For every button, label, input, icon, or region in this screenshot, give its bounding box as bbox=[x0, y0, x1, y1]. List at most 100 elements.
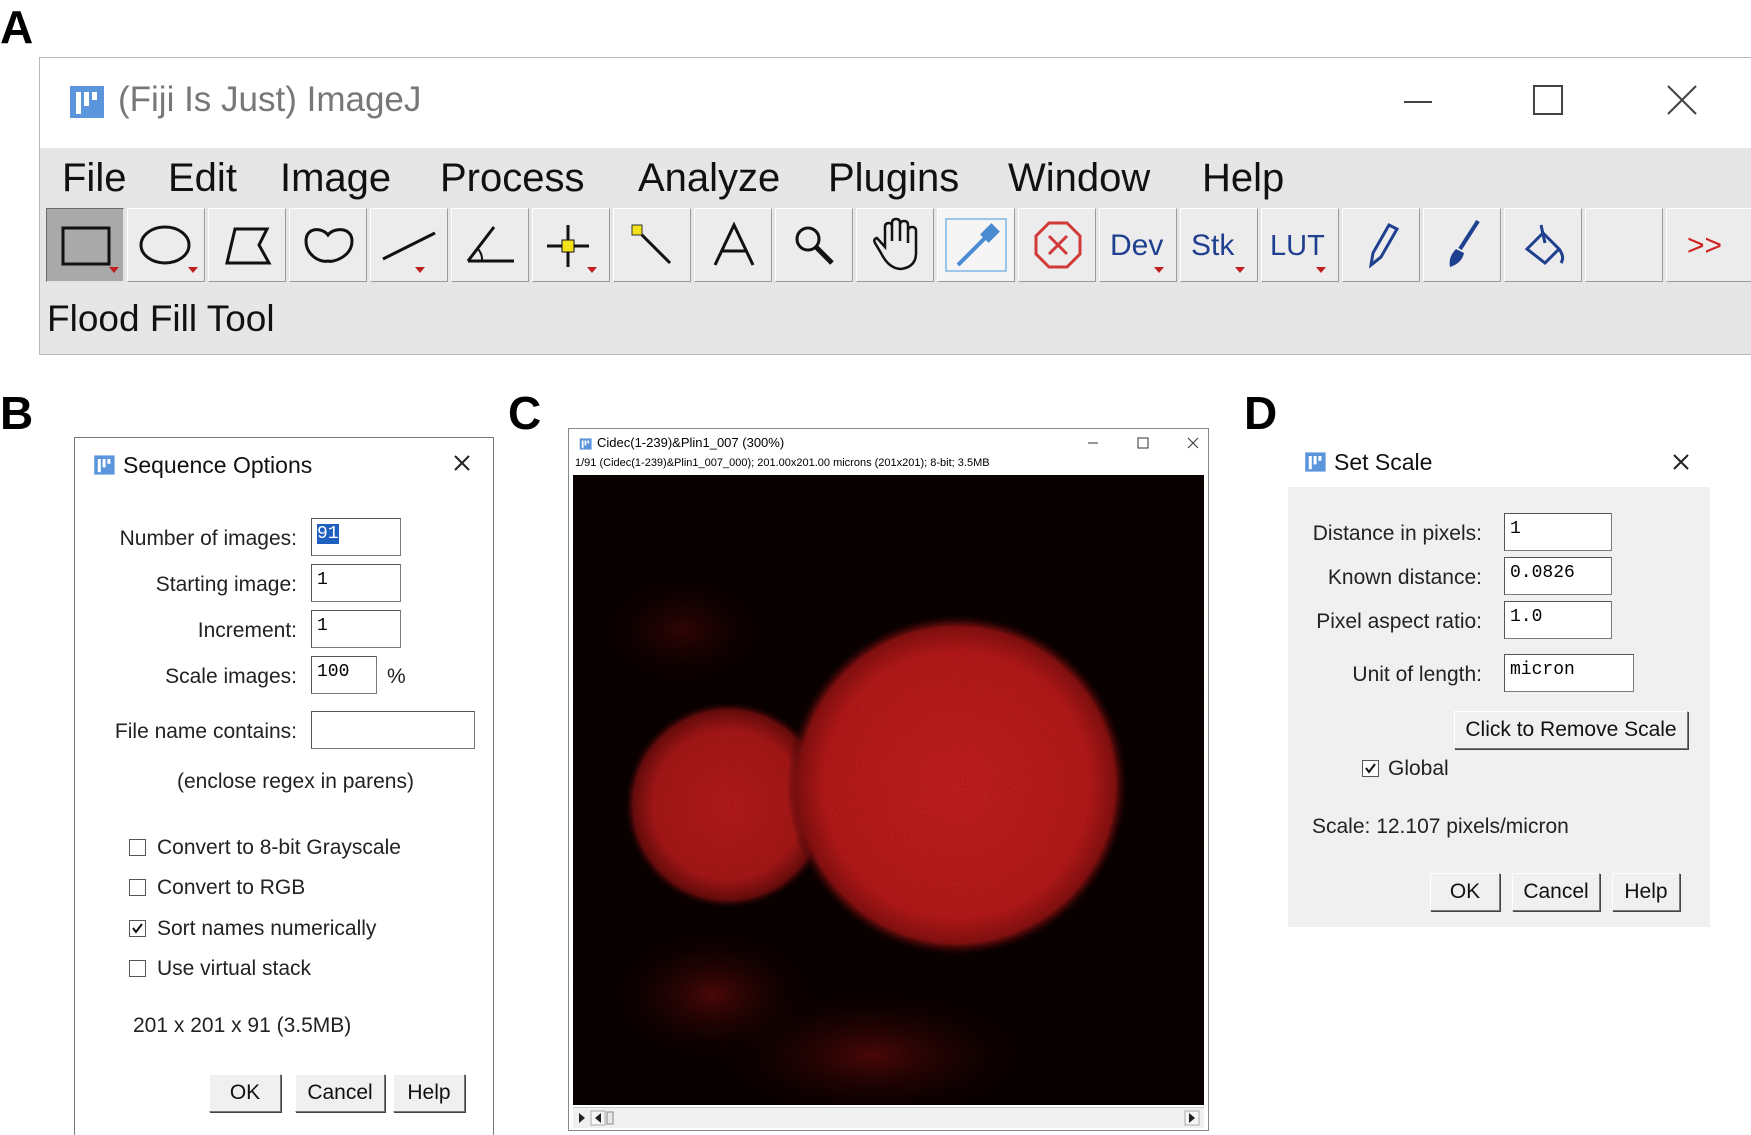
more-tools-button[interactable]: >> bbox=[1666, 208, 1751, 282]
starting-image-label: Starting image: bbox=[155, 573, 297, 596]
minimize-button[interactable] bbox=[1083, 433, 1103, 453]
freehand-select-icon bbox=[304, 228, 354, 263]
point-tool-icon bbox=[547, 225, 597, 273]
global-checkbox[interactable] bbox=[1362, 760, 1379, 777]
menu-image[interactable]: Image bbox=[280, 156, 391, 201]
microscopy-image[interactable] bbox=[573, 475, 1204, 1105]
close-button[interactable] bbox=[447, 448, 477, 478]
distance-in-pixels-field[interactable]: 1 bbox=[1504, 513, 1612, 551]
close-all-tool[interactable] bbox=[1018, 208, 1096, 282]
pencil-tool[interactable] bbox=[1342, 208, 1420, 282]
text-tool[interactable] bbox=[694, 208, 772, 282]
menu-process[interactable]: Process bbox=[440, 156, 585, 201]
freehand-select-tool[interactable] bbox=[289, 208, 367, 282]
rectangle-select-tool[interactable] bbox=[46, 208, 124, 282]
ok-button[interactable]: OK bbox=[1430, 873, 1500, 911]
checkmark-icon bbox=[132, 923, 143, 934]
more-label: >> bbox=[1687, 229, 1722, 262]
remove-scale-button[interactable]: Click to Remove Scale bbox=[1454, 711, 1688, 749]
point-tool[interactable] bbox=[532, 208, 610, 282]
menu-file[interactable]: File bbox=[62, 156, 126, 201]
close-button[interactable] bbox=[1652, 76, 1712, 126]
minimize-button[interactable] bbox=[1386, 76, 1446, 126]
pixel-aspect-ratio-field[interactable]: 1.0 bbox=[1504, 601, 1612, 639]
brush-tool[interactable] bbox=[1423, 208, 1501, 282]
magnifier-tool[interactable] bbox=[775, 208, 853, 282]
oval-select-icon bbox=[139, 225, 198, 273]
empty-tool-slot[interactable] bbox=[1585, 208, 1663, 282]
selected-text: 91 bbox=[317, 524, 339, 544]
text-tool-icon bbox=[713, 221, 755, 266]
pixel-aspect-ratio-label: Pixel aspect ratio: bbox=[1316, 610, 1482, 633]
menu-help[interactable]: Help bbox=[1202, 156, 1284, 201]
polygon-select-tool[interactable] bbox=[208, 208, 286, 282]
stack-menu-tool[interactable]: Stk bbox=[1180, 208, 1258, 282]
magnifier-icon bbox=[795, 226, 834, 265]
close-button[interactable] bbox=[1666, 447, 1696, 477]
scale-readout: Scale: 12.107 pixels/micron bbox=[1312, 815, 1569, 838]
menu-edit[interactable]: Edit bbox=[168, 156, 237, 201]
color-picker-icon bbox=[945, 218, 1007, 272]
number-of-images-label: Number of images: bbox=[119, 527, 297, 550]
sort-names-label: Sort names numerically bbox=[157, 917, 377, 940]
stk-label: Stk bbox=[1191, 229, 1235, 262]
close-icon bbox=[1187, 437, 1199, 449]
ok-button[interactable]: OK bbox=[209, 1074, 281, 1112]
dev-menu-icon: Dev bbox=[1110, 229, 1164, 273]
help-button[interactable]: Help bbox=[393, 1074, 465, 1112]
convert-rgb-checkbox[interactable] bbox=[129, 879, 146, 896]
convert-8bit-checkbox[interactable] bbox=[129, 839, 146, 856]
minimize-icon bbox=[1088, 442, 1098, 444]
menu-window[interactable]: Window bbox=[1008, 156, 1150, 201]
sort-names-checkbox[interactable] bbox=[129, 920, 146, 937]
set-scale-dialog: Set Scale Distance in pixels: 1 Known di… bbox=[1288, 437, 1710, 927]
angle-tool[interactable] bbox=[451, 208, 529, 282]
menu-plugins[interactable]: Plugins bbox=[828, 156, 959, 201]
fiji-app-icon bbox=[579, 437, 593, 451]
fiji-app-icon bbox=[93, 453, 117, 477]
slice-scrollbar[interactable] bbox=[573, 1107, 1204, 1128]
close-button[interactable] bbox=[1183, 433, 1203, 453]
increment-field[interactable]: 1 bbox=[311, 610, 401, 648]
play-icon bbox=[579, 1113, 585, 1123]
dialog-title: Sequence Options bbox=[123, 452, 313, 478]
checkmark-icon bbox=[1365, 763, 1376, 774]
convert-rgb-label: Convert to RGB bbox=[157, 876, 306, 899]
known-distance-field[interactable]: 0.0826 bbox=[1504, 557, 1612, 595]
hand-tool[interactable] bbox=[856, 208, 934, 282]
status-text: Flood Fill Tool bbox=[47, 298, 275, 339]
dev-menu-tool[interactable]: Dev bbox=[1099, 208, 1177, 282]
help-button[interactable]: Help bbox=[1612, 873, 1680, 911]
image-window-title: Cidec(1-239)&Plin1_007 (300%) bbox=[597, 435, 785, 450]
scroll-thumb[interactable] bbox=[606, 1111, 614, 1125]
lut-menu-tool[interactable]: LUT bbox=[1261, 208, 1339, 282]
oval-select-tool[interactable] bbox=[127, 208, 205, 282]
line-tool[interactable] bbox=[370, 208, 448, 282]
regex-hint: (enclose regex in parens) bbox=[177, 770, 414, 793]
maximize-button[interactable] bbox=[1133, 433, 1153, 453]
image-noise bbox=[573, 475, 1204, 1105]
cancel-button[interactable]: Cancel bbox=[1512, 873, 1600, 911]
scale-images-field[interactable]: 100 bbox=[311, 656, 377, 694]
imagej-menubar: File Edit Image Process Analyze Plugins … bbox=[40, 148, 1751, 204]
flood-fill-tool[interactable] bbox=[1504, 208, 1582, 282]
file-name-field[interactable] bbox=[311, 711, 475, 749]
starting-image-field[interactable]: 1 bbox=[311, 564, 401, 602]
fiji-app-icon bbox=[1304, 450, 1328, 474]
convert-8bit-label: Convert to 8-bit Grayscale bbox=[157, 836, 401, 859]
panel-label-b: B bbox=[0, 387, 34, 439]
panel-label-d: D bbox=[1244, 387, 1278, 439]
number-of-images-field[interactable]: 91 bbox=[311, 518, 401, 556]
cancel-button[interactable]: Cancel bbox=[295, 1074, 385, 1112]
maximize-button[interactable] bbox=[1518, 76, 1578, 126]
more-tools-icon: >> bbox=[1687, 229, 1722, 262]
virtual-stack-checkbox[interactable] bbox=[129, 960, 146, 977]
unit-of-length-field[interactable]: micron bbox=[1504, 654, 1634, 692]
imagej-window-title: (Fiji Is Just) ImageJ bbox=[118, 80, 422, 119]
color-picker-tool[interactable] bbox=[937, 208, 1015, 282]
imagej-main-window: (Fiji Is Just) ImageJ File Edit Image Pr… bbox=[39, 57, 1751, 355]
dialog-titlebar[interactable]: Set Scale bbox=[1288, 437, 1710, 487]
wand-tool[interactable] bbox=[613, 208, 691, 282]
imagej-titlebar[interactable]: (Fiji Is Just) ImageJ bbox=[40, 58, 1751, 148]
menu-analyze[interactable]: Analyze bbox=[638, 156, 780, 201]
